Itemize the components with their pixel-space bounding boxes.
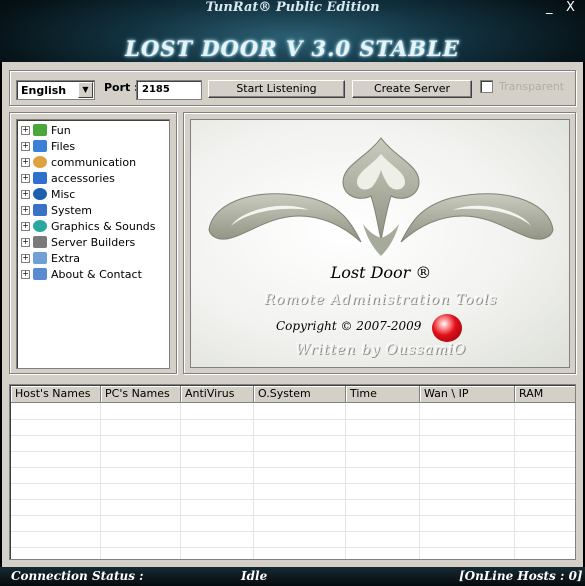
grid-line [11,547,575,548]
tree-item-label: Graphics & Sounds [51,219,156,233]
expand-icon[interactable]: + [21,141,30,151]
tree-item-files[interactable]: + Files [21,138,75,154]
tree-item-label: Extra [51,251,81,265]
grid-line [253,403,254,559]
transparent-label: Transparent [499,80,565,93]
tools-icon [33,236,47,248]
splash-title: Lost Door ® [330,263,432,282]
grid-line [11,435,575,436]
tree-item-server-builders[interactable]: + Server Builders [21,234,135,250]
folder-smiley-icon [33,124,47,136]
tree-item-label: Fun [51,123,71,137]
expand-icon[interactable]: + [21,125,30,135]
grid-line [419,403,420,559]
grid-line [11,451,575,452]
tree-item-label: Server Builders [51,235,136,249]
tree-item-label: communication [51,155,137,169]
expand-icon[interactable]: + [21,269,30,279]
column-header-wan-ip[interactable]: Wan \ IP [420,386,515,403]
column-header-os[interactable]: O.System [254,386,346,403]
book-icon [33,268,47,280]
splash-subtitle: Romote Administration Tools [264,292,498,308]
tree-item-about-contact[interactable]: + About & Contact [21,266,142,282]
grid-line [11,499,575,500]
grid-line [11,531,575,532]
tree-item-label: System [51,203,93,217]
extra-icon [33,252,47,264]
minimize-button[interactable]: _ [546,0,553,15]
tree-item-communication[interactable]: + communication [21,154,136,170]
person-icon [33,156,47,168]
title-bar: TunRat® Public Edition LOST DOOR V 3.0 S… [0,0,585,62]
port-label: Port : [104,81,139,94]
splash-author: Written by OussamiO [295,342,467,358]
column-header-hosts-names[interactable]: Host's Names [11,386,101,403]
gear-globe-icon [33,188,47,200]
grid-line [345,403,346,559]
palette-icon [33,220,47,232]
expand-icon[interactable]: + [21,173,30,183]
chevron-down-icon[interactable]: ▼ [78,82,93,98]
hosts-table[interactable]: Host's Names PC's Names AntiVirus O.Syst… [9,384,576,560]
tree-item-label: accessories [51,171,115,185]
online-hosts-count: [OnLine Hosts : 0] [459,569,583,583]
expand-icon[interactable]: + [21,157,30,167]
grid-line [11,467,575,468]
column-header-antivirus[interactable]: AntiVirus [181,386,254,403]
fleur-logo [208,137,554,256]
red-logo-icon [432,314,462,342]
expand-icon[interactable]: + [21,205,30,215]
expand-icon[interactable]: + [21,237,30,247]
column-header-ram[interactable]: RAM [515,386,575,403]
splash-image: Lost Door ® Romote Administration Tools … [190,119,570,368]
tree-item-label: Misc [51,187,76,201]
grid-line [11,515,575,516]
tree-item-accessories[interactable]: + accessories [21,170,115,186]
tree-item-misc[interactable]: + Misc [21,186,75,202]
tree-item-graphics-sounds[interactable]: + Graphics & Sounds [21,218,156,234]
grid-line [11,419,575,420]
close-button[interactable]: X [566,0,575,15]
splash-copyright: Copyright © 2007-2009 [276,319,422,333]
tree-item-label: About & Contact [51,267,142,281]
start-listening-button[interactable]: Start Listening [208,80,345,98]
tree-item-extra[interactable]: + Extra [21,250,80,266]
column-header-pc-names[interactable]: PC's Names [101,386,181,403]
connection-status-value: Idle [241,569,268,583]
tree-item-system[interactable]: + System [21,202,92,218]
files-icon [33,140,47,152]
monitor-icon [33,204,47,216]
create-server-button[interactable]: Create Server [352,80,472,98]
transparent-checkbox[interactable] [480,80,493,93]
language-select[interactable]: English ▼ [16,80,95,100]
status-bar: Connection Status : Idle [OnLine Hosts :… [0,567,585,586]
grid-line [514,403,515,559]
tree-item-fun[interactable]: + Fun [21,122,71,138]
language-value: English [21,84,67,97]
app-title: LOST DOOR V 3.0 STABLE [125,36,460,61]
column-header-time[interactable]: Time [346,386,420,403]
grid-line [100,403,101,559]
tree-item-label: Files [51,139,76,153]
expand-icon[interactable]: + [21,253,30,263]
grid-line [11,483,575,484]
grid-line [180,403,181,559]
cube-icon [33,172,47,184]
feature-tree[interactable]: + Fun + Files + communication + accessor… [16,119,170,369]
edition-label: TunRat® Public Edition [205,0,380,15]
connection-status-label: Connection Status : [11,569,144,583]
expand-icon[interactable]: + [21,189,30,199]
expand-icon[interactable]: + [21,221,30,231]
port-input[interactable]: 2185 [136,80,202,100]
